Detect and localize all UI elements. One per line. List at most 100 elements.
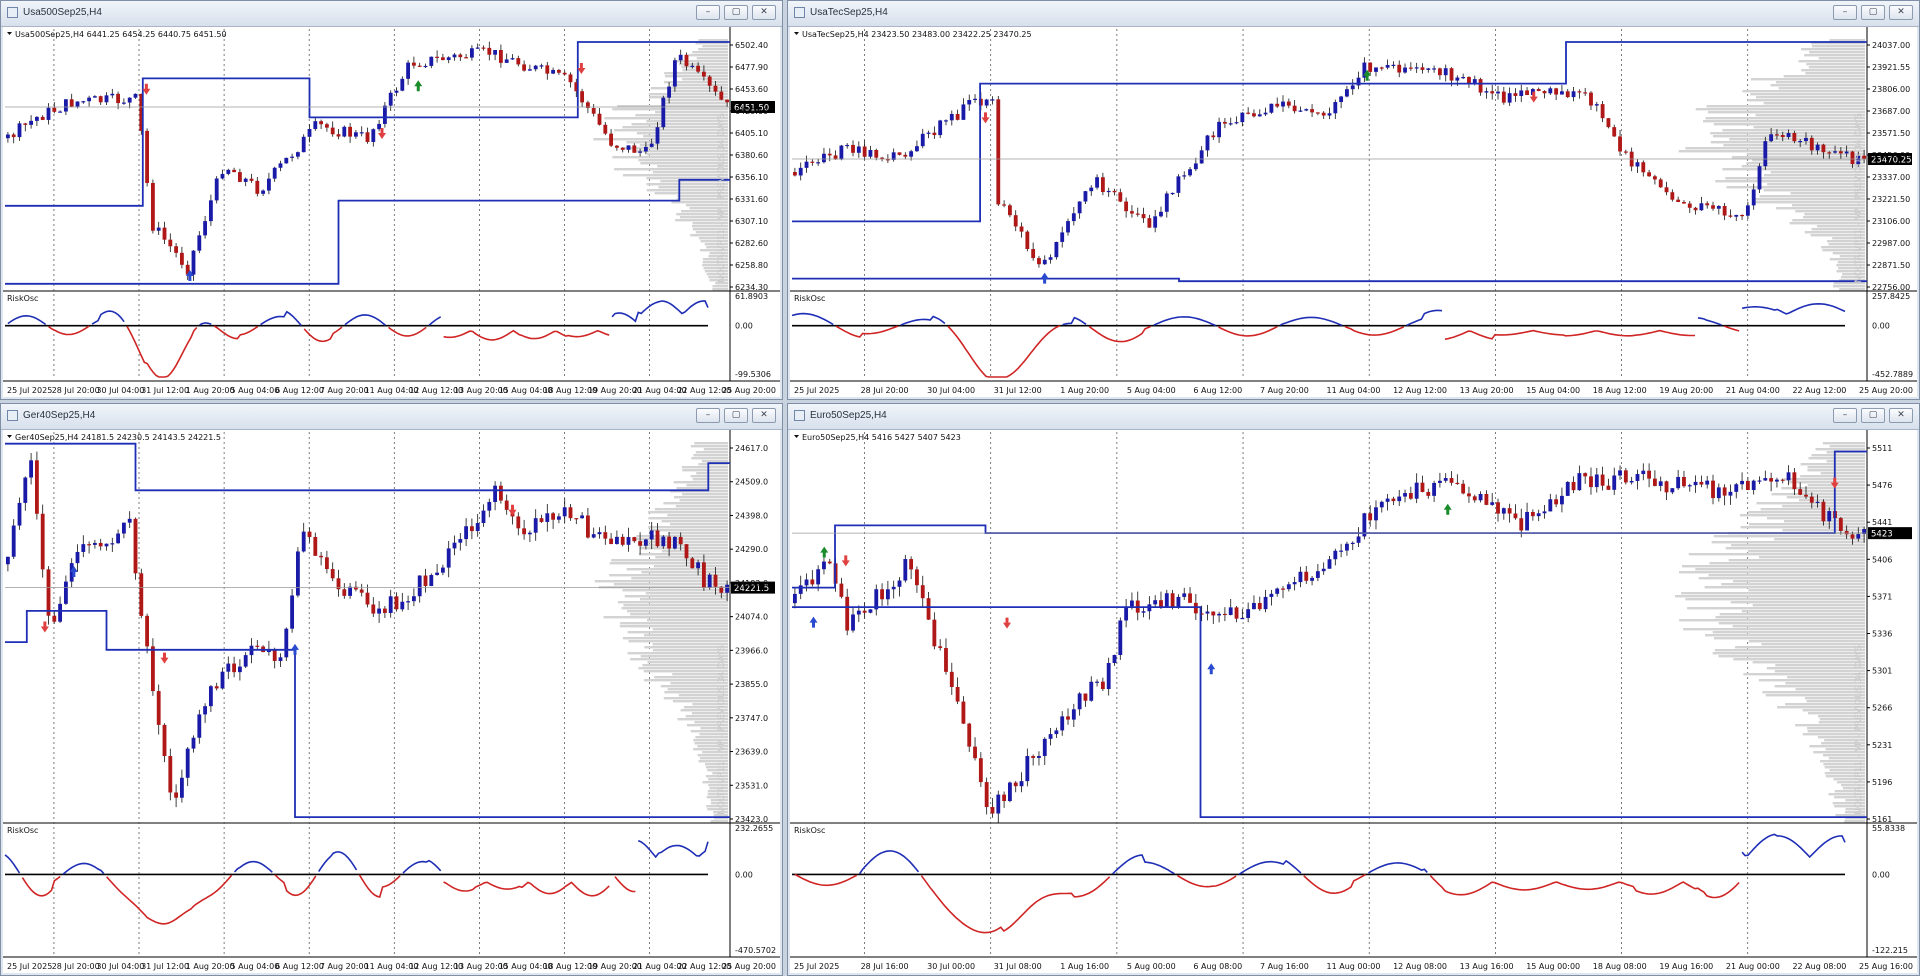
candle-body (1600, 104, 1605, 119)
profile-bar (1844, 820, 1865, 823)
oscillator-line (835, 325, 899, 338)
candle-body (34, 116, 39, 121)
window-titlebar[interactable]: Euro50Sep25,H4 – ▢ ✕ (788, 404, 1919, 430)
candle-body (52, 615, 57, 622)
candle-body (133, 93, 138, 98)
minimize-button[interactable]: – (1833, 408, 1857, 423)
candle-body (429, 56, 434, 66)
price-axis-label: 6258.80 (735, 261, 768, 270)
profile-bar (640, 162, 728, 165)
profile-bar (640, 547, 728, 550)
candle-body (58, 111, 63, 113)
profile-bar (655, 556, 728, 559)
profile-bar (1820, 472, 1865, 475)
candle-body (1240, 112, 1245, 123)
chart-window-ustec[interactable]: UsaTecSep25,H4 – ▢ ✕ 23470.25 24037.00 239… (787, 0, 1920, 400)
maximize-button[interactable]: ▢ (1861, 408, 1885, 423)
chart-canvas[interactable]: 23470.2524037.0023921.5523806.0023687.00… (790, 27, 1917, 397)
chart-canvas[interactable]: 5423 5511 5476 5441 5406 5371 5336 5301 5266 5231… (790, 430, 1917, 973)
chart-window-us500[interactable]: Usa500Sep25,H4 – ▢ ✕ 6451.50 6502.40 6477.… (0, 0, 783, 400)
close-button[interactable]: ✕ (1889, 408, 1913, 423)
candle-body (967, 100, 972, 105)
profile-bar (1713, 123, 1865, 126)
candle-body (435, 572, 440, 576)
candle-body (104, 543, 109, 547)
candle-body (487, 47, 492, 55)
oscillator-line (1697, 317, 1722, 326)
profile-bar (671, 84, 728, 87)
candle-body (984, 782, 989, 808)
time-axis-label: 5 Aug 04:00 (1127, 386, 1176, 395)
time-axis-label: 25 Jul 2025 (794, 962, 839, 971)
oscillator-line (62, 862, 105, 875)
candle-body (1170, 192, 1175, 195)
chart-canvas[interactable]: 24221.524617.024509.024398.024290.024182… (3, 430, 780, 973)
profile-bar (626, 141, 728, 144)
maximize-button[interactable]: ▢ (724, 5, 748, 20)
profile-bar (1747, 511, 1865, 514)
maximize-button[interactable]: ▢ (1861, 5, 1885, 20)
candle-body (996, 99, 1001, 205)
candle-body (1153, 216, 1158, 228)
profile-label: NOLTA-VP11 - VP - PREVIOUS 34 DAYS (1854, 645, 1864, 815)
profile-bar (682, 78, 728, 81)
candle-body (17, 123, 22, 138)
time-axis-label: 25 Aug 16:00 (1859, 962, 1913, 971)
profile-bar (609, 562, 728, 565)
candle-body (996, 794, 1001, 814)
close-button[interactable]: ✕ (1889, 5, 1913, 20)
chart-area[interactable]: 24221.5 24617.0 24509.0 24398.0 24290.0 24182… (3, 430, 780, 973)
candle-body (75, 551, 80, 564)
candle-body (1560, 91, 1564, 95)
profile-bar (644, 679, 728, 682)
price-axis-label: 23687.00 (1872, 107, 1910, 116)
candle-body (1182, 175, 1187, 177)
profile-bar (612, 156, 728, 159)
candle-body (984, 99, 989, 106)
candle-body (1205, 135, 1210, 151)
candle-body (1809, 137, 1814, 151)
candle-body (597, 532, 602, 535)
profile-bar (1806, 63, 1865, 66)
candle-body (1664, 481, 1669, 493)
chart-window-ger40[interactable]: Ger40Sep25,H4 – ▢ ✕ 24221.5 24617.0 24509.… (0, 403, 783, 976)
chart-window-euro50[interactable]: Euro50Sep25,H4 – ▢ ✕ 5423 5511 5476 5441 540… (787, 403, 1920, 976)
window-titlebar[interactable]: Usa500Sep25,H4 – ▢ ✕ (1, 1, 782, 27)
profile-bar (1723, 144, 1865, 147)
minimize-button[interactable]: – (696, 5, 720, 20)
profile-bar (627, 652, 728, 655)
chart-area[interactable]: 5423 5511 5476 5441 5406 5371 5336 5301 5266 5231… (790, 430, 1917, 973)
candle-body (1699, 481, 1704, 485)
candle-body (75, 101, 80, 107)
oscillator-line (1444, 329, 1695, 340)
close-button[interactable]: ✕ (752, 5, 776, 20)
candle-body (493, 485, 498, 502)
window-titlebar[interactable]: UsaTecSep25,H4 – ▢ ✕ (788, 1, 1919, 27)
candle-body (87, 97, 92, 102)
price-axis-label: 5476 (1872, 481, 1892, 490)
candle-body (1507, 93, 1512, 103)
candle-body (1275, 103, 1280, 107)
chart-area[interactable]: 6451.50 6502.40 6477.90 6453.60 6429.60 6405.… (3, 27, 780, 397)
chart-area[interactable]: 23470.25 24037.00 23921.55 23806.00 23687.00… (790, 27, 1917, 397)
candle-body (1013, 782, 1018, 787)
candle-body (1420, 67, 1425, 70)
profile-bar (1707, 111, 1865, 114)
candle-body (1769, 478, 1774, 482)
candle-body (920, 133, 925, 147)
candle-body (798, 585, 803, 594)
profile-bar (1735, 646, 1865, 649)
profile-bar (1685, 598, 1865, 601)
maximize-button[interactable]: ▢ (724, 408, 748, 423)
minimize-button[interactable]: – (1833, 5, 1857, 20)
minimize-button[interactable]: – (696, 408, 720, 423)
price-axis-label: 23639.0 (735, 748, 768, 757)
candle-body (632, 537, 637, 542)
chart-canvas[interactable]: 6451.506502.406477.906453.606429.606405.… (3, 27, 780, 397)
candle-body (626, 537, 631, 545)
candle-body (272, 167, 277, 179)
candle-body (862, 146, 867, 157)
window-titlebar[interactable]: Ger40Sep25,H4 – ▢ ✕ (1, 404, 782, 430)
close-button[interactable]: ✕ (752, 408, 776, 423)
candle-body (868, 149, 873, 157)
